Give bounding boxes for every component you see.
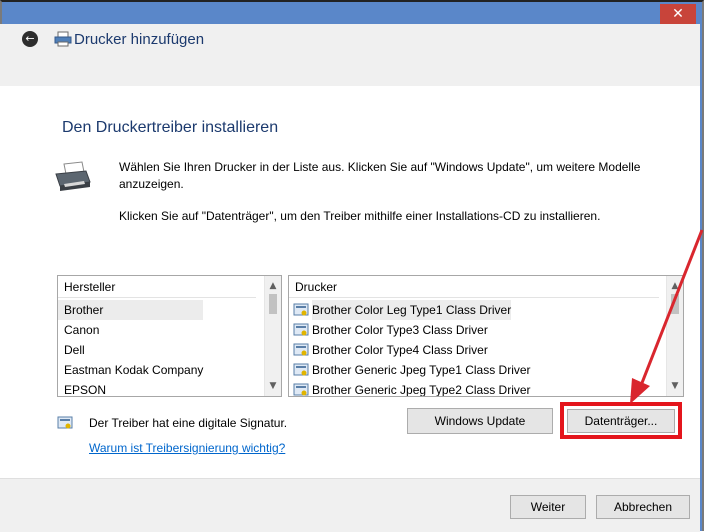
list-item[interactable]: Dell — [58, 340, 203, 360]
list-item[interactable]: Canon — [58, 320, 203, 340]
signed-driver-icon — [293, 363, 309, 376]
signature-status-text: Der Treiber hat eine digitale Signatur. — [89, 416, 288, 430]
list-item[interactable]: Brother — [58, 300, 204, 320]
list-item[interactable]: Eastman Kodak Company — [58, 360, 203, 380]
annotation-arrow — [630, 229, 704, 404]
next-button[interactable]: Weiter — [510, 495, 586, 519]
signed-driver-icon — [293, 303, 309, 316]
signed-driver-icon — [293, 323, 309, 336]
description-text: Wählen Sie Ihren Drucker in der Liste au… — [119, 160, 641, 191]
page-heading: Den Druckertreiber installieren — [62, 119, 279, 136]
printer-install-icon — [55, 161, 91, 191]
scroll-thumb[interactable] — [269, 294, 277, 314]
manufacturer-list[interactable]: Hersteller Brother Canon Dell Eastman Ko… — [57, 275, 282, 397]
window-title: Drucker hinzufügen — [74, 31, 205, 48]
list-item[interactable]: Brother Color Leg Type1 Class Driver — [289, 300, 531, 320]
scroll-up-icon[interactable]: ▲ — [265, 278, 281, 294]
close-button[interactable]: ✕ — [660, 4, 696, 24]
back-arrow-icon[interactable]: ← — [22, 31, 38, 47]
footer-area — [0, 478, 700, 532]
list-item[interactable]: Brother Generic Jpeg Type1 Class Driver — [289, 360, 531, 380]
windows-update-button[interactable]: Windows Update — [407, 408, 553, 434]
signed-driver-icon — [293, 383, 309, 396]
signature-info-link[interactable]: Warum ist Treibersignierung wichtig? — [89, 441, 285, 455]
signed-driver-icon — [57, 416, 73, 429]
description-text-cd: Klicken Sie auf "Datenträger", um den Tr… — [119, 209, 601, 223]
list-item[interactable]: Brother Color Type3 Class Driver — [289, 320, 531, 340]
driver-name: Brother Color Type3 Class Driver — [312, 323, 488, 337]
driver-name: Brother Color Leg Type1 Class Driver — [312, 300, 512, 320]
driver-name: Brother Color Type4 Class Driver — [312, 343, 488, 357]
list-item[interactable]: EPSON — [58, 380, 203, 396]
printer-list-header: Drucker — [289, 276, 659, 298]
list-item[interactable]: Brother Color Type4 Class Driver — [289, 340, 531, 360]
printer-icon — [54, 31, 72, 47]
cancel-button[interactable]: Abbrechen — [596, 495, 690, 519]
signed-driver-icon — [293, 343, 309, 356]
driver-name: Brother Generic Jpeg Type1 Class Driver — [312, 363, 531, 377]
driver-name: Brother Generic Jpeg Type2 Class Driver — [312, 383, 531, 397]
manufacturer-scrollbar[interactable]: ▲ ▼ — [264, 276, 281, 396]
list-item[interactable]: Brother Generic Jpeg Type2 Class Driver — [289, 380, 531, 397]
scroll-down-icon[interactable]: ▼ — [265, 378, 281, 394]
manufacturer-list-header: Hersteller — [58, 276, 256, 298]
